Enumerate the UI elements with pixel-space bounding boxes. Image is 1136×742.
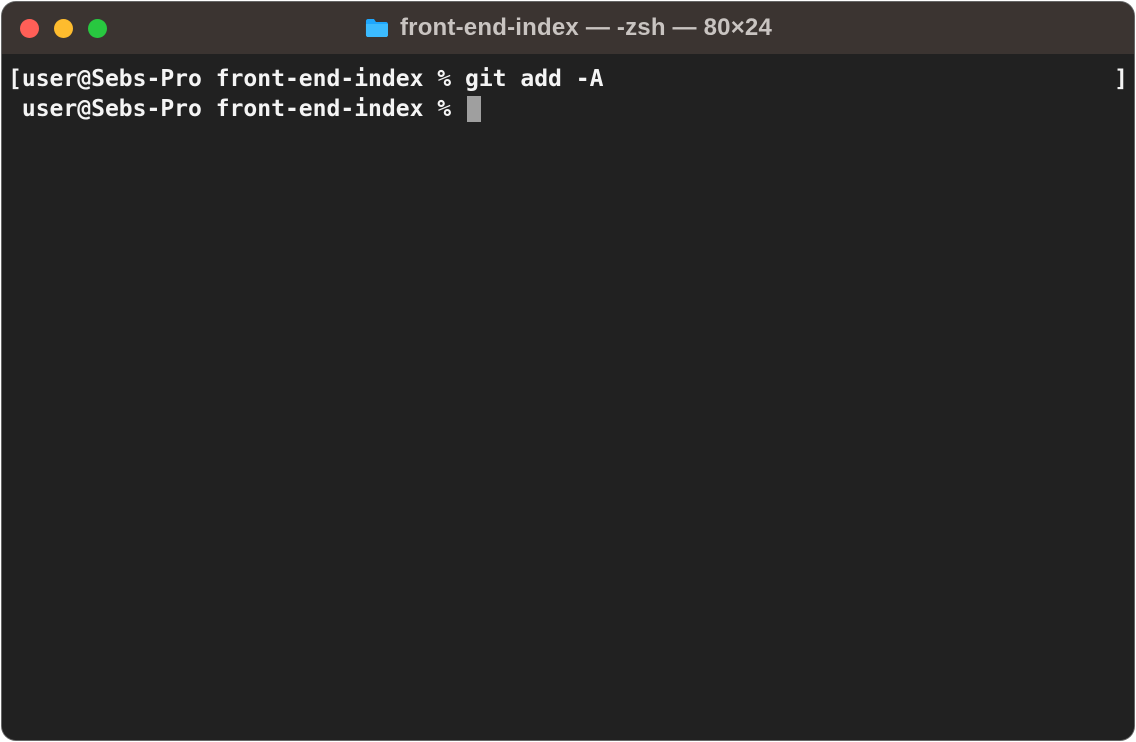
prompt-text: user@Sebs-Pro front-end-index %: [22, 94, 465, 124]
titlebar: front-end-index — -zsh — 80×24: [2, 2, 1134, 54]
traffic-lights: [20, 19, 107, 38]
minimize-button[interactable]: [54, 19, 73, 38]
terminal-line-1: [user@Sebs-Pro front-end-index % git add…: [8, 64, 1128, 94]
maximize-button[interactable]: [88, 19, 107, 38]
window-title-wrap: front-end-index — -zsh — 80×24: [364, 14, 772, 42]
window-title: front-end-index — -zsh — 80×24: [400, 14, 772, 42]
prompt-text: user@Sebs-Pro front-end-index %: [22, 64, 465, 94]
terminal-body[interactable]: [user@Sebs-Pro front-end-index % git add…: [2, 54, 1134, 740]
folder-icon: [364, 17, 390, 39]
terminal-line-2: user@Sebs-Pro front-end-index %: [8, 94, 1128, 124]
terminal-window: front-end-index — -zsh — 80×24 [user@Seb…: [2, 2, 1134, 740]
prompt-indent: [8, 94, 22, 124]
command-text: git add -A: [465, 64, 603, 94]
cursor-block: [467, 96, 481, 122]
close-button[interactable]: [20, 19, 39, 38]
prompt-close-bracket: ]: [1114, 64, 1128, 94]
prompt-open-bracket: [: [8, 64, 22, 94]
